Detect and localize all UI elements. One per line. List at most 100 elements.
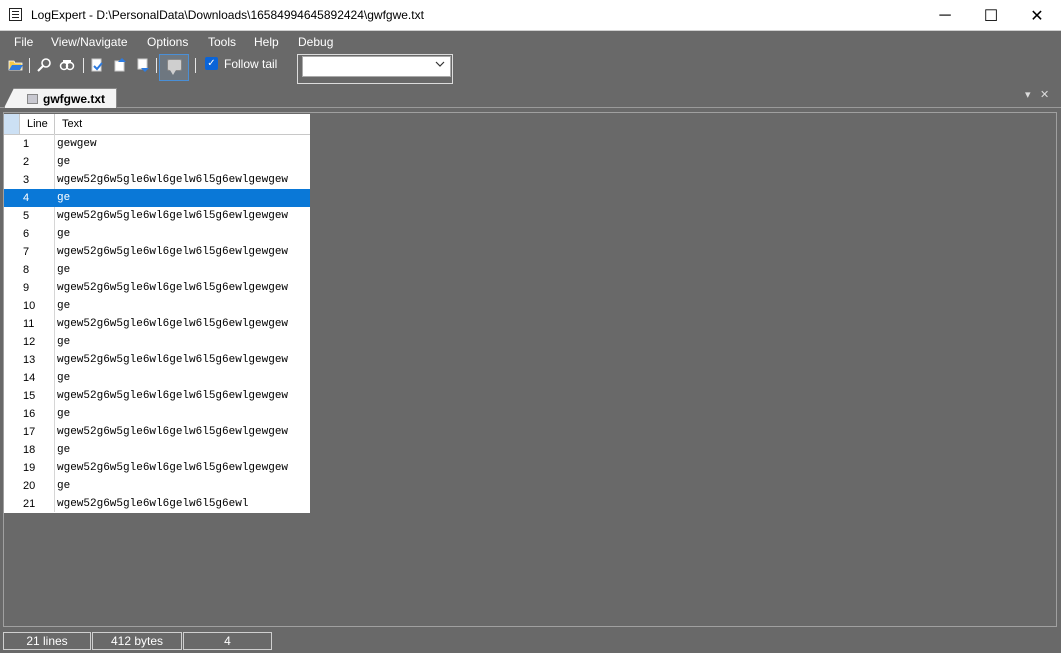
line-text: ge	[57, 336, 71, 348]
bubble-tail	[170, 70, 176, 75]
line-number: 19	[23, 462, 36, 474]
line-number: 12	[23, 336, 36, 348]
line-number: 3	[23, 174, 30, 186]
bubble-button[interactable]	[159, 54, 189, 81]
table-row[interactable]: 13 wgew52g6w5gle6wl6gelw6l5g6ewlgewgew	[4, 351, 310, 369]
maximize-icon: ☐	[983, 7, 999, 25]
toolbar-separator	[83, 58, 84, 73]
line-text: ge	[57, 192, 71, 204]
log-grid[interactable]: Line Text 1 gewgew 2 ge 3 wgew52g6w5gle6wl6ge…	[4, 114, 310, 513]
table-row[interactable]: 4 ge	[4, 189, 310, 207]
table-row[interactable]: 16 ge	[4, 405, 310, 423]
tab-close-icon[interactable]: ✕	[1040, 88, 1049, 101]
menu-debug[interactable]: Debug	[298, 35, 333, 49]
line-text: ge	[57, 264, 71, 276]
line-number: 21	[23, 498, 36, 510]
tab-list-dropdown-icon[interactable]: ▾	[1025, 88, 1031, 101]
line-number: 10	[23, 300, 36, 312]
line-text: ge	[57, 408, 71, 420]
table-row[interactable]: 19 wgew52g6w5gle6wl6gelw6l5g6ewlgewgew	[4, 459, 310, 477]
table-row[interactable]: 2 ge	[4, 153, 310, 171]
table-row[interactable]: 15 wgew52g6w5gle6wl6gelw6l5g6ewlgewgew	[4, 387, 310, 405]
bookmark-up-icon[interactable]	[112, 57, 128, 73]
line-text: wgew52g6w5gle6wl6gelw6l5g6ewlgewgew	[57, 318, 289, 330]
table-row[interactable]: 14 ge	[4, 369, 310, 387]
table-row[interactable]: 12 ge	[4, 333, 310, 351]
status-line-count: 21 lines	[3, 632, 91, 650]
line-text: wgew52g6w5gle6wl6gelw6l5g6ewlgewgew	[57, 462, 289, 474]
table-row[interactable]: 5 wgew52g6w5gle6wl6gelw6l5g6ewlgewgew	[4, 207, 310, 225]
table-row[interactable]: 18 ge	[4, 441, 310, 459]
title-bar: LogExpert - D:\PersonalData\Downloads\16…	[0, 0, 1061, 31]
line-number: 13	[23, 354, 36, 366]
menu-tools[interactable]: Tools	[208, 35, 236, 49]
toolbar-separator	[195, 58, 196, 73]
refresh-icon[interactable]	[89, 57, 105, 73]
line-number: 4	[23, 192, 30, 204]
table-row[interactable]: 9 wgew52g6w5gle6wl6gelw6l5g6ewlgewgew	[4, 279, 310, 297]
line-text: wgew52g6w5gle6wl6gelw6l5g6ewlgewgew	[57, 354, 289, 366]
minimize-button[interactable]: ─	[922, 0, 968, 31]
line-number: 9	[23, 282, 30, 294]
line-number: 16	[23, 408, 36, 420]
close-icon: ✕	[1030, 7, 1044, 25]
line-number: 5	[23, 210, 30, 222]
table-row[interactable]: 3 wgew52g6w5gle6wl6gelw6l5g6ewlgewgew	[4, 171, 310, 189]
table-row[interactable]: 1 gewgew	[4, 135, 310, 153]
filter-icon[interactable]	[59, 57, 75, 73]
line-number: 8	[23, 264, 30, 276]
search-icon[interactable]	[36, 57, 52, 73]
line-text: gewgew	[57, 138, 97, 150]
tab-label: gwfgwe.txt	[43, 92, 105, 106]
bookmark-down-icon[interactable]	[135, 57, 151, 73]
line-number: 2	[23, 156, 30, 168]
menu-help[interactable]: Help	[254, 35, 279, 49]
line-number: 17	[23, 426, 36, 438]
line-number: 6	[23, 228, 30, 240]
close-button[interactable]: ✕	[1014, 0, 1060, 31]
table-row[interactable]: 20 ge	[4, 477, 310, 495]
line-text: wgew52g6w5gle6wl6gelw6l5g6ewlgewgew	[57, 174, 289, 186]
line-number: 18	[23, 444, 36, 456]
status-byte-count: 412 bytes	[92, 632, 182, 650]
logexpert-app-icon	[9, 8, 22, 21]
table-row[interactable]: 11 wgew52g6w5gle6wl6gelw6l5g6ewlgewgew	[4, 315, 310, 333]
chevron-down-icon[interactable]	[435, 58, 445, 72]
table-row[interactable]: 8 ge	[4, 261, 310, 279]
follow-tail-checkbox[interactable]: ✓	[205, 57, 218, 70]
window-title: LogExpert - D:\PersonalData\Downloads\16…	[31, 8, 424, 22]
line-number: 11	[23, 318, 35, 330]
status-bar: 21 lines 412 bytes 4	[0, 629, 1061, 653]
column-header-line[interactable]: Line	[20, 114, 55, 134]
table-row[interactable]: 10 ge	[4, 297, 310, 315]
toolbar-combo[interactable]	[302, 56, 451, 77]
line-text: wgew52g6w5gle6wl6gelw6l5g6ewlgewgew	[57, 246, 289, 258]
tab-gwfgwe[interactable]: gwfgwe.txt	[4, 88, 117, 108]
line-text: ge	[57, 300, 71, 312]
menu-file[interactable]: File	[14, 35, 33, 49]
line-number: 20	[23, 480, 36, 492]
tab-strip: gwfgwe.txt	[0, 85, 1061, 108]
line-text: wgew52g6w5gle6wl6gelw6l5g6ewl	[57, 498, 249, 510]
toolbar-separator	[156, 58, 157, 73]
line-text: wgew52g6w5gle6wl6gelw6l5g6ewlgewgew	[57, 210, 289, 222]
open-file-icon[interactable]	[8, 57, 24, 73]
line-number: 1	[23, 138, 30, 150]
menu-view-navigate[interactable]: View/Navigate	[51, 35, 128, 49]
header-corner[interactable]	[4, 114, 20, 134]
table-row[interactable]: 17 wgew52g6w5gle6wl6gelw6l5g6ewlgewgew	[4, 423, 310, 441]
line-text: ge	[57, 444, 71, 456]
table-row[interactable]: 7 wgew52g6w5gle6wl6gelw6l5g6ewlgewgew	[4, 243, 310, 261]
status-current-line: 4	[183, 632, 272, 650]
toolbar: ✓ Follow tail	[0, 53, 1061, 85]
file-icon	[27, 94, 38, 104]
column-header-text[interactable]: Text	[55, 114, 82, 134]
table-row[interactable]: 6 ge	[4, 225, 310, 243]
table-row[interactable]: 21 wgew52g6w5gle6wl6gelw6l5g6ewl	[4, 495, 310, 513]
menu-options[interactable]: Options	[147, 35, 188, 49]
maximize-button[interactable]: ☐	[968, 0, 1014, 31]
line-number: 15	[23, 390, 36, 402]
grid-header: Line Text	[4, 114, 310, 135]
line-text: wgew52g6w5gle6wl6gelw6l5g6ewlgewgew	[57, 282, 289, 294]
line-text: wgew52g6w5gle6wl6gelw6l5g6ewlgewgew	[57, 426, 289, 438]
